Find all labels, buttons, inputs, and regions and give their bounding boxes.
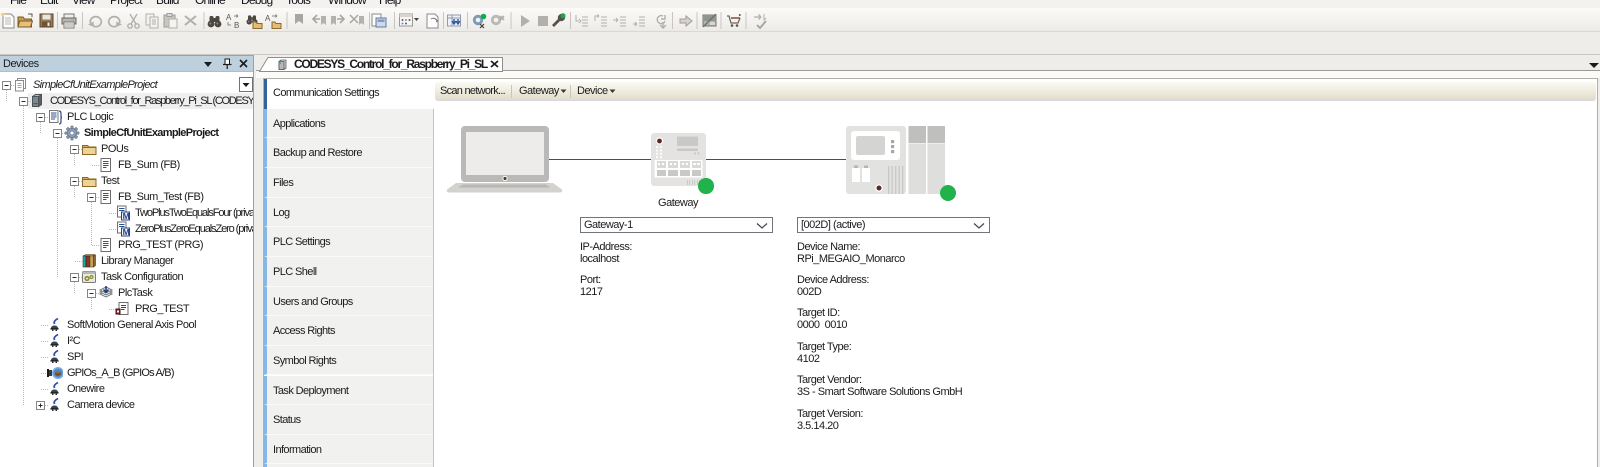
svg-text:B: B	[234, 21, 239, 30]
svg-text:A: A	[226, 13, 232, 22]
svg-text:A: A	[265, 14, 271, 23]
